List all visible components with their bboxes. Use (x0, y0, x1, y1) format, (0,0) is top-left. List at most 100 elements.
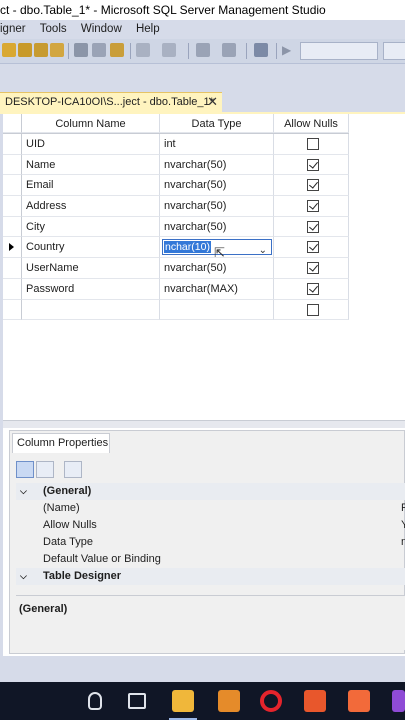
table-row[interactable]: City nvarchar(50) (3, 216, 349, 238)
new-query-icon[interactable] (2, 43, 16, 57)
toolbar: ▶ (0, 39, 405, 64)
data-type-combobox[interactable]: nchar(10) ⇱ ⌄ (162, 239, 272, 259)
menu-item-help[interactable]: Help (136, 20, 165, 39)
allow-nulls-checkbox[interactable] (307, 200, 319, 213)
task-view-icon[interactable] (128, 693, 146, 709)
categorized-icon[interactable] (16, 461, 34, 478)
column-name-cell[interactable]: Name (22, 154, 160, 176)
table-designer: Column Name Data Type Allow Nulls UID in… (3, 114, 405, 656)
data-type-cell[interactable]: nvarchar(50) (160, 154, 274, 176)
pane-splitter[interactable] (3, 420, 405, 428)
open-file-icon[interactable] (18, 43, 32, 57)
execute-icon[interactable]: ▶ (282, 43, 296, 57)
clion-icon[interactable] (304, 690, 326, 712)
toolbar-combo[interactable] (383, 42, 405, 60)
allow-nulls-checkbox[interactable] (307, 241, 319, 254)
chevron-down-icon[interactable]: ⌄ (259, 241, 267, 257)
table-row-selected[interactable]: Country nchar(10) ⇱ ⌄ (3, 237, 349, 259)
table-row[interactable]: Address nvarchar(50) (3, 196, 349, 217)
column-name-cell[interactable]: Email (22, 175, 160, 197)
row-selector[interactable] (3, 134, 22, 155)
property-row-allow-nulls[interactable]: Allow Nulls Ye (16, 517, 405, 534)
row-selector[interactable] (3, 175, 22, 197)
collapse-icon[interactable]: ⌵ (20, 568, 27, 585)
table-row[interactable]: Name nvarchar(50) (3, 154, 349, 176)
data-type-cell[interactable]: nvarchar(MAX) (160, 278, 274, 300)
table-row[interactable]: UserName nvarchar(50) (3, 258, 349, 279)
row-selector[interactable] (3, 154, 22, 176)
column-properties-pane: Column Properties ⌵ (General) (Name) Pa … (9, 430, 405, 654)
property-pages-icon[interactable] (64, 461, 82, 478)
property-value[interactable]: nv (401, 534, 405, 551)
property-row-data-type[interactable]: Data Type nv (16, 534, 405, 551)
property-row-default-value[interactable]: Default Value or Binding (16, 551, 405, 568)
copy-icon[interactable] (92, 43, 106, 57)
undo-icon[interactable] (136, 43, 150, 57)
alphabetical-icon[interactable] (36, 461, 54, 478)
tab-column-properties[interactable]: Column Properties (12, 433, 110, 453)
navigate-forward-icon[interactable] (222, 43, 236, 57)
property-value[interactable]: Pa (401, 500, 405, 517)
table-row[interactable]: Password nvarchar(MAX) (3, 278, 349, 300)
column-name-cell[interactable]: City (22, 216, 160, 238)
redo-icon[interactable] (162, 43, 176, 57)
xampp-icon[interactable] (348, 690, 370, 712)
row-selector[interactable] (3, 216, 22, 238)
file-explorer-icon[interactable] (172, 690, 194, 712)
menu-item-designer[interactable]: igner (0, 20, 31, 39)
row-selector[interactable] (3, 196, 22, 217)
data-type-combobox-value[interactable]: nchar(10) (164, 241, 211, 254)
allow-nulls-checkbox[interactable] (307, 220, 319, 233)
close-icon[interactable]: ✕ (207, 93, 218, 111)
data-type-cell[interactable]: nchar(10) ⇱ ⌄ (160, 237, 274, 259)
row-selector[interactable] (3, 258, 22, 279)
property-row-name[interactable]: (Name) Pa (16, 500, 405, 517)
column-name-cell[interactable]: Password (22, 278, 160, 300)
row-selector[interactable] (3, 299, 22, 321)
allow-nulls-checkbox[interactable] (307, 138, 319, 150)
data-type-cell[interactable]: int (160, 134, 274, 155)
allow-nulls-checkbox[interactable] (307, 179, 319, 192)
save-all-icon[interactable] (50, 43, 64, 57)
table-row-new[interactable] (3, 299, 349, 321)
menu-item-tools[interactable]: Tools (40, 20, 72, 39)
sublime-text-icon[interactable] (218, 690, 240, 712)
column-name-cell[interactable] (22, 299, 160, 321)
taskbar (0, 682, 405, 720)
allow-nulls-checkbox[interactable] (307, 282, 319, 295)
visual-studio-icon[interactable] (392, 690, 405, 712)
data-type-cell[interactable] (160, 299, 274, 321)
row-selector[interactable] (3, 278, 22, 300)
database-dropdown[interactable] (300, 42, 378, 60)
row-selector[interactable] (3, 237, 22, 259)
data-type-cell[interactable]: nvarchar(50) (160, 258, 274, 279)
allow-nulls-checkbox[interactable] (307, 158, 319, 171)
data-type-cell[interactable]: nvarchar(50) (160, 175, 274, 197)
microphone-icon[interactable] (88, 692, 102, 710)
tab-table-designer[interactable]: DESKTOP-ICA10OI\S...ject - dbo.Table_1* … (0, 92, 222, 112)
column-name-cell[interactable]: UID (22, 134, 160, 155)
columns-grid: Column Name Data Type Allow Nulls UID in… (3, 114, 349, 321)
allow-nulls-checkbox[interactable] (307, 303, 319, 316)
data-type-cell[interactable]: nvarchar(50) (160, 216, 274, 238)
collapse-icon[interactable]: ⌵ (20, 483, 27, 500)
paste-icon[interactable] (110, 43, 124, 57)
navigate-back-icon[interactable] (196, 43, 210, 57)
table-row[interactable]: UID int (3, 134, 349, 155)
column-name-cell[interactable]: Address (22, 196, 160, 217)
activity-monitor-icon[interactable] (254, 43, 268, 57)
property-value[interactable]: Ye (401, 517, 405, 534)
property-category-general[interactable]: ⌵ (General) (16, 483, 405, 500)
menu-item-window[interactable]: Window (81, 20, 127, 39)
data-type-cell[interactable]: nvarchar(50) (160, 196, 274, 217)
save-icon[interactable] (34, 43, 48, 57)
opera-browser-icon[interactable] (260, 690, 282, 712)
mouse-pointer-icon: ⇱ (214, 245, 225, 259)
data-type-header: Data Type (160, 114, 274, 133)
column-name-cell[interactable]: UserName (22, 258, 160, 279)
table-row[interactable]: Email nvarchar(50) (3, 175, 349, 197)
column-name-cell[interactable]: Country (22, 237, 160, 259)
property-category-table-designer[interactable]: ⌵ Table Designer (16, 568, 405, 585)
cut-icon[interactable] (74, 43, 88, 57)
allow-nulls-checkbox[interactable] (307, 262, 319, 275)
